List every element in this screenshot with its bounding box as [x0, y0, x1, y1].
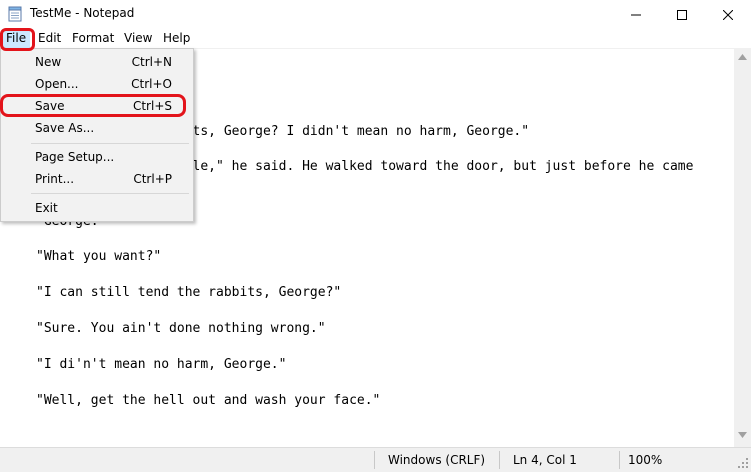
text-line: "Well, get the hell out and wash your fa… — [36, 393, 381, 408]
resize-grip-icon[interactable] — [738, 458, 748, 468]
menu-item-page-setup[interactable]: Page Setup... — [2, 146, 192, 168]
menu-item-label: Exit — [35, 201, 58, 215]
menu-help[interactable]: Help — [159, 29, 194, 48]
menu-edit[interactable]: Edit — [34, 29, 65, 48]
menu-item-shortcut: Ctrl+P — [133, 172, 172, 186]
menu-format[interactable]: Format — [68, 29, 118, 48]
menu-item-label: Page Setup... — [35, 150, 115, 164]
maximize-icon — [677, 9, 687, 20]
vertical-scrollbar[interactable] — [734, 48, 751, 447]
menu-item-exit[interactable]: Exit — [2, 197, 192, 219]
menu-item-label: New — [35, 55, 62, 69]
text-line: "Sure. You ain't done nothing wrong." — [36, 321, 326, 336]
menu-view[interactable]: View — [120, 29, 156, 48]
scroll-up-icon[interactable] — [738, 54, 747, 60]
menu-item-shortcut: Ctrl+N — [131, 55, 172, 69]
window-title: TestMe - Notepad — [30, 6, 135, 20]
status-divider — [374, 451, 375, 469]
status-bar: Windows (CRLF) Ln 4, Col 1 100% — [0, 447, 751, 472]
menu-item-new[interactable]: New Ctrl+N — [2, 51, 192, 73]
menu-item-label: Save As... — [35, 121, 95, 135]
menu-item-shortcut: Ctrl+S — [132, 99, 172, 113]
menu-item-open[interactable]: Open... Ctrl+O — [2, 73, 192, 95]
status-zoom: 100% — [628, 453, 663, 467]
menu-item-print[interactable]: Print... Ctrl+P — [2, 168, 192, 190]
file-dropdown-menu: New Ctrl+N Open... Ctrl+O Save Ctrl+S Sa… — [0, 48, 194, 222]
status-divider — [619, 451, 620, 469]
menu-bar: File Edit Format View Help — [0, 29, 751, 48]
minimize-button[interactable] — [613, 0, 659, 29]
menu-item-label: Save — [35, 99, 65, 113]
scroll-down-icon[interactable] — [738, 432, 747, 438]
menu-item-label: Print... — [35, 172, 75, 186]
menu-item-save[interactable]: Save Ctrl+S — [2, 95, 192, 117]
status-position: Ln 4, Col 1 — [513, 453, 577, 467]
status-line-ending: Windows (CRLF) — [388, 453, 486, 467]
text-line: "What you want?" — [36, 249, 162, 264]
status-divider — [499, 451, 500, 469]
close-button[interactable] — [705, 0, 751, 29]
text-line: "I di'n't mean no harm, George." — [36, 357, 287, 372]
menu-separator — [31, 193, 189, 194]
menu-separator — [31, 143, 189, 144]
menu-item-shortcut: Ctrl+O — [131, 77, 172, 91]
menu-item-label: Open... — [35, 77, 79, 91]
close-icon — [723, 9, 733, 20]
text-line: "I can still tend the rabbits, George?" — [36, 285, 342, 300]
menu-file[interactable]: File — [2, 29, 31, 48]
maximize-button[interactable] — [659, 0, 705, 29]
menu-item-save-as[interactable]: Save As... — [2, 117, 192, 139]
notepad-icon — [8, 6, 22, 22]
title-bar: TestMe - Notepad — [0, 0, 751, 29]
minimize-icon — [631, 14, 641, 15]
